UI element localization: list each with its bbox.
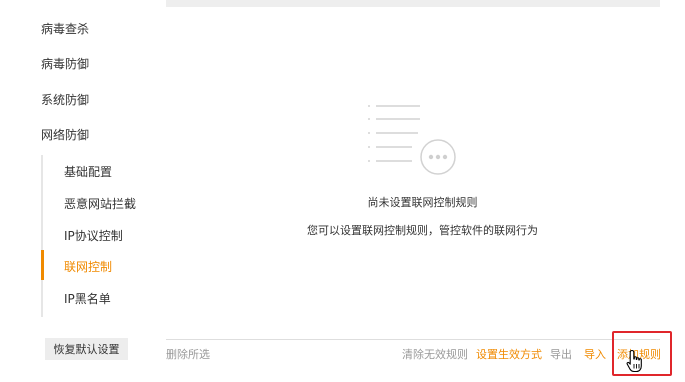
nav-virus-scan[interactable]: 病毒查杀 [41,21,89,37]
restore-defaults-button[interactable]: 恢复默认设置 [45,338,128,360]
hand-cursor-icon [626,349,642,373]
sub-item-ip-blacklist[interactable]: IP黑名单 [64,291,111,307]
nav-network-defense[interactable]: 网络防御 [41,127,89,143]
delete-selected-button[interactable]: 删除所选 [166,348,210,362]
empty-state-description: 您可以设置联网控制规则，管控软件的联网行为 [307,224,538,237]
export-button[interactable]: 导出 [550,348,572,362]
nav-virus-defense[interactable]: 病毒防御 [41,56,89,72]
active-indicator [41,250,44,280]
clear-invalid-rules-button[interactable]: 清除无效规则 [402,348,468,362]
top-panel-strip [166,0,660,7]
set-effective-mode-button[interactable]: 设置生效方式 [476,348,542,362]
empty-list-icon [368,105,456,175]
import-button[interactable]: 导入 [584,348,606,362]
sub-item-network-control[interactable]: 联网控制 [64,259,112,275]
window-edge [672,0,685,382]
sidebar: 病毒查杀 病毒防御 系统防御 网络防御 基础配置 恶意网站拦截 IP协议控制 联… [0,0,160,382]
nav-system-defense[interactable]: 系统防御 [41,92,89,108]
sub-item-basic-config[interactable]: 基础配置 [64,164,112,180]
empty-state-title: 尚未设置联网控制规则 [367,196,478,209]
bottom-divider [166,339,660,340]
